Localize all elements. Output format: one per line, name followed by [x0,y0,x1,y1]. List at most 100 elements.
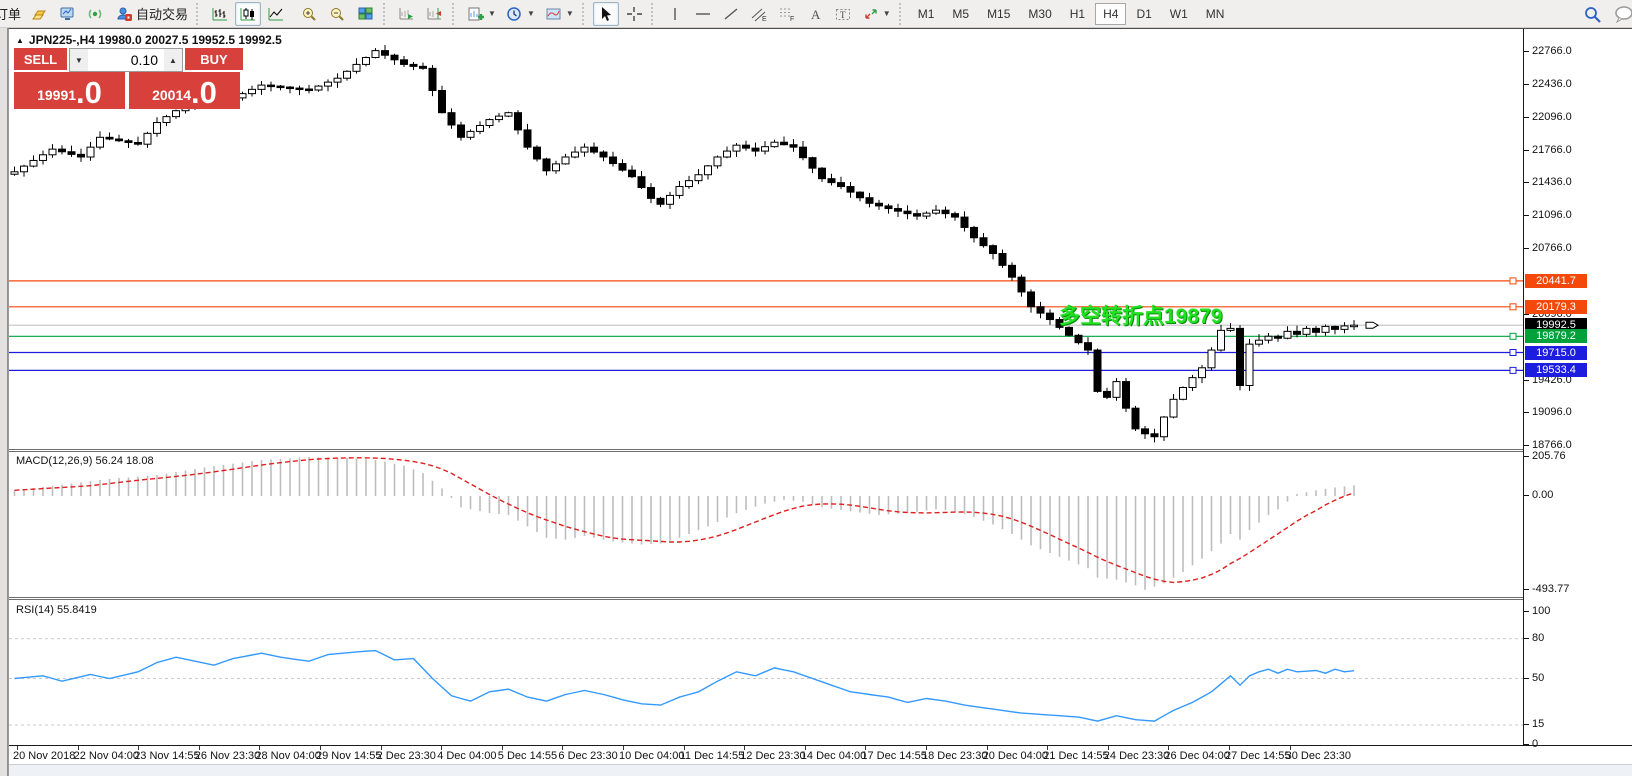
new-chart-button[interactable]: ▼ [463,2,500,26]
time-label: 22 Nov 04:00 [73,750,140,762]
pane-divider[interactable] [9,597,1632,600]
candlestick-chart-icon[interactable] [235,1,262,26]
vertical-line-icon[interactable] [662,2,688,26]
timeframe-button-w1[interactable]: W1 [1162,3,1196,25]
svg-text:E: E [762,16,767,22]
rsi-pane-canvas[interactable] [9,601,1523,745]
zoom-in-icon[interactable] [297,2,323,26]
level-line-handle[interactable] [1509,366,1517,374]
line-chart-icon[interactable] [263,2,289,26]
chart-title: ▲ JPN225-,H4 19980.0 20027.5 19952.5 199… [16,33,282,47]
templates-button[interactable]: ▼ [541,2,578,26]
buy-button[interactable]: BUY [185,48,243,72]
timeframe-button-h1[interactable]: H1 [1062,3,1093,25]
chart-shift-icon[interactable] [422,2,448,26]
time-label: 14 Dec 04:00 [800,750,867,762]
time-label: 18 Dec 23:30 [922,750,988,762]
timeframe-button-mn[interactable]: MN [1198,3,1233,25]
sell-price-fraction: .0 [76,75,102,111]
application-window: 订单 自动交易 ▼ ▼ ▼ E F A T ▼ M1 M5 M15 M30 H1 H4 D1 W1 MN 22766… [0,0,1632,776]
timeframe-button-m1[interactable]: M1 [910,3,943,25]
horizontal-line-icon[interactable] [690,2,716,26]
macd-pane-canvas[interactable] [9,452,1523,597]
level-line-handle[interactable] [1509,332,1517,340]
search-icon[interactable] [1579,2,1607,26]
time-label: 30 Dec 23:30 [1285,750,1352,762]
bar-chart-icon[interactable] [207,2,233,26]
volume-decrease-button[interactable]: ▼ [70,49,88,71]
time-label: 20 Nov 2018 [13,750,76,762]
gold-icon[interactable] [27,2,53,26]
time-label: 24 Dec 23:30 [1103,750,1170,762]
autotrade-button[interactable]: 自动交易 [111,2,192,26]
sell-button[interactable]: SELL [14,48,67,72]
level-price-badge: 19533.4 [1525,363,1587,378]
time-axis[interactable]: 20 Nov 2018 22 Nov 04:00 23 Nov 14:55 26 No… [9,745,1632,764]
toolbar-separator [650,2,658,25]
chart-window[interactable]: 22766.0 22436.0 22096.0 21766.0 21436.0 21096… [8,28,1632,776]
time-label: 10 Dec 04:00 [619,750,685,762]
volume-input[interactable] [88,49,164,71]
chart-title-text: JPN225-,H4 19980.0 20027.5 19952.5 19992… [28,33,282,47]
time-label: 26 Nov 23:30 [194,750,261,762]
text-icon[interactable]: A [802,2,828,26]
chat-icon[interactable] [1609,2,1632,26]
volume-spinner: ▼ ▲ [69,48,183,72]
macd-signal-line [14,457,1355,584]
level-price-badge: 20441.7 [1525,273,1587,288]
time-label: 28 Nov 04:00 [255,750,321,762]
new-order-button[interactable]: 订单 [0,2,25,26]
time-label: 27 Dec 14:55 [1225,750,1291,762]
toolbar-separator [581,2,589,25]
rsi-indicator-label: RSI(14) 55.8419 [16,604,97,616]
signal-icon[interactable] [83,2,109,26]
rsi-line [14,649,1355,722]
toolbar-separator [196,2,203,25]
buy-price-fraction: .0 [191,75,217,111]
timeframe-button-d1[interactable]: D1 [1128,3,1159,25]
tile-windows-icon[interactable] [353,2,379,26]
collapse-triangle-icon[interactable]: ▲ [16,36,24,45]
last-price-arrow-icon [1365,321,1379,329]
timeframe-button-h4[interactable]: H4 [1095,2,1127,25]
time-label: 23 Nov 14:55 [134,750,200,762]
chart-annotation-text[interactable]: 多空转折点19879 [1059,300,1222,330]
time-label: 12 Dec 23:30 [740,750,806,762]
buy-price-display[interactable]: 20014 .0 [129,72,240,109]
buy-price-main: 20014 [152,87,192,103]
level-line-handle[interactable] [1509,277,1517,285]
time-label: 2 Dec 23:30 [376,750,436,762]
text-label-icon[interactable]: T [830,2,856,26]
arrows-button[interactable]: ▼ [858,2,895,26]
sell-price-main: 19991 [37,87,77,103]
timeframe-button-m5[interactable]: M5 [944,3,977,25]
sell-price-display[interactable]: 19991 .0 [14,72,125,109]
cursor-icon[interactable] [592,1,619,26]
fibonacci-icon[interactable]: F [774,2,800,26]
timeframe-button-m15[interactable]: M15 [979,3,1018,25]
crosshair-icon[interactable] [621,2,647,26]
level-price-badge: 19715.0 [1525,345,1587,360]
auto-scroll-icon[interactable] [394,2,420,26]
timeframe-button-m30[interactable]: M30 [1020,3,1059,25]
time-label: 6 Dec 23:30 [558,750,618,762]
time-label: 17 Dec 14:55 [861,750,927,762]
svg-text:F: F [790,16,794,22]
equidistant-channel-icon[interactable]: E [746,2,772,26]
time-label: 4 Dec 04:00 [437,750,497,762]
time-label: 5 Dec 14:55 [497,750,558,762]
zoom-out-icon[interactable] [325,2,351,26]
macd-indicator-label: MACD(12,26,9) 56.24 18.08 [16,455,154,467]
toolbar-separator [898,2,906,25]
level-line-handle[interactable] [1509,303,1517,311]
trendline-icon[interactable] [718,2,744,26]
volume-increase-button[interactable]: ▲ [164,49,182,71]
svg-text:T: T [840,10,846,20]
price-axis[interactable]: 22766.0 22436.0 22096.0 21766.0 21436.0 21096… [1524,29,1632,750]
periods-button[interactable]: ▼ [502,2,539,26]
toolbar-separator [383,2,390,25]
time-label: 21 Dec 14:55 [1043,750,1109,762]
level-line-handle[interactable] [1509,349,1517,356]
time-label: 20 Dec 04:00 [982,750,1049,762]
publisher-icon[interactable] [55,2,81,26]
